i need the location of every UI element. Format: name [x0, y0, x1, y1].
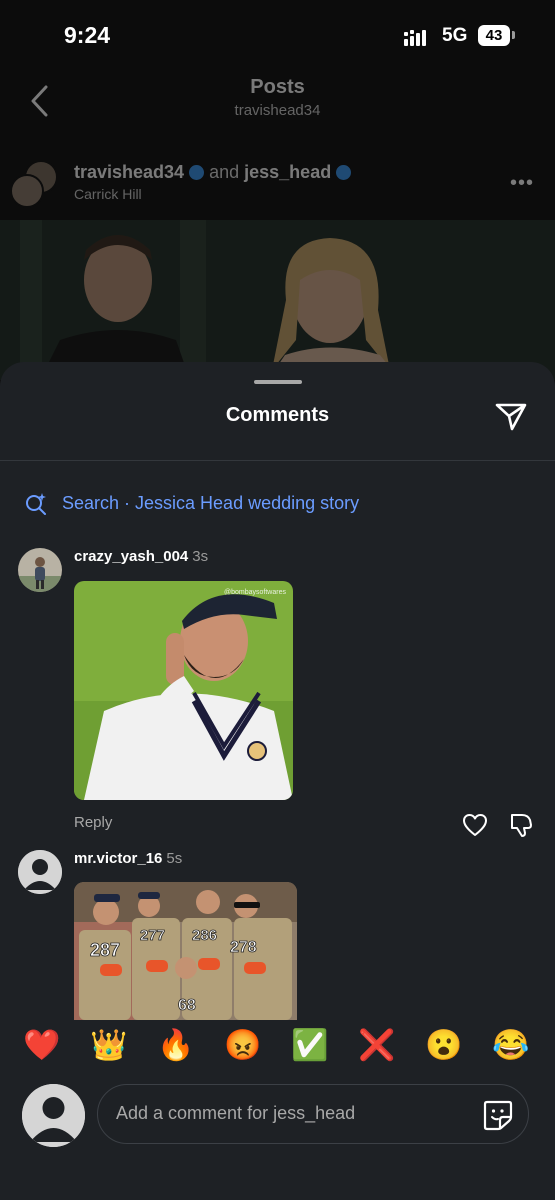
more-options-icon[interactable]: ••• — [510, 172, 534, 195]
emoji-bar: ❤️ 👑 🔥 😡 ✅ ❌ 😮 😂 — [0, 1020, 555, 1076]
comment-gif[interactable]: @bombaysoftwares — [74, 581, 293, 800]
post-header: travishead34 and jess_head Carrick Hill •… — [0, 150, 555, 215]
gif-number-4: 278 — [230, 939, 257, 956]
comment-time: 3s — [192, 548, 209, 565]
reply-button[interactable]: Reply — [74, 814, 112, 831]
comment-item: mr.victor_16 5s 287 277 286 278 68 — [0, 850, 555, 1020]
gif-number-1: 287 — [90, 940, 120, 960]
comment-header: crazy_yash_004 3s — [74, 548, 208, 565]
comment-username[interactable]: crazy_yash_004 — [74, 548, 188, 565]
post-location[interactable]: Carrick Hill — [74, 186, 142, 202]
gif-number-5: 68 — [178, 997, 196, 1014]
battery-icon: 43 — [478, 25, 510, 46]
sheet-title: Comments — [225, 404, 330, 426]
gif-number-3: 286 — [192, 927, 217, 944]
emoji-crown[interactable]: 👑 — [89, 1028, 129, 1063]
sheet-divider — [0, 460, 555, 461]
gif-number-2: 277 — [140, 927, 165, 944]
comment-header: mr.victor_16 5s — [74, 850, 182, 867]
verified-badge-icon — [189, 164, 205, 180]
comment-username[interactable]: mr.victor_16 — [74, 850, 162, 867]
post-and: and — [209, 162, 240, 182]
comment-time: 5s — [166, 850, 183, 867]
emoji-laughing[interactable]: 😂 — [491, 1028, 531, 1063]
sticker-icon[interactable] — [481, 1098, 515, 1132]
avatar[interactable] — [18, 548, 62, 592]
page-subtitle: travishead34 — [234, 102, 321, 119]
post-author-2[interactable]: jess_head — [244, 162, 331, 182]
post-author-1[interactable]: travishead34 — [74, 162, 184, 182]
share-icon[interactable] — [493, 398, 529, 434]
network-type: 5G — [442, 25, 468, 46]
page-title: Posts — [250, 76, 305, 98]
heart-icon[interactable] — [462, 812, 488, 838]
emoji-heart[interactable]: ❤️ — [22, 1028, 62, 1063]
post-authors: travishead34 and jess_head — [74, 162, 356, 183]
post-avatars[interactable] — [10, 160, 58, 208]
dislike-icon[interactable] — [508, 812, 534, 838]
emoji-angry[interactable]: 😡 — [223, 1028, 263, 1063]
verified-badge-icon — [336, 164, 352, 180]
comment-input[interactable]: Add a comment for jess_head — [97, 1084, 529, 1144]
sheet-grabber[interactable] — [254, 380, 302, 384]
post-photo — [0, 220, 555, 380]
comment-gif[interactable]: 287 277 286 278 68 — [74, 882, 297, 1020]
page-header: Posts travishead34 — [0, 72, 555, 142]
ai-search-icon — [24, 492, 48, 516]
emoji-fire[interactable]: 🔥 — [156, 1028, 196, 1063]
battery-cap — [512, 31, 515, 39]
emoji-check[interactable]: ✅ — [290, 1028, 330, 1063]
emoji-cross[interactable]: ❌ — [357, 1028, 397, 1063]
search-suggestion-text: Search · Jessica Head wedding story — [62, 493, 360, 513]
comment-composer: Add a comment for jess_head — [0, 1076, 555, 1200]
signal-icon — [404, 28, 434, 46]
status-bar: 9:24 5G 43 — [0, 0, 555, 72]
avatar[interactable] — [22, 1084, 85, 1147]
status-time: 9:24 — [64, 22, 111, 48]
avatar[interactable] — [18, 850, 62, 894]
comment-item: crazy_yash_004 3s @bombaysoftwares Reply — [0, 548, 555, 848]
emoji-surprised[interactable]: 😮 — [424, 1028, 464, 1063]
comment-input-placeholder: Add a comment for jess_head — [116, 1103, 356, 1123]
